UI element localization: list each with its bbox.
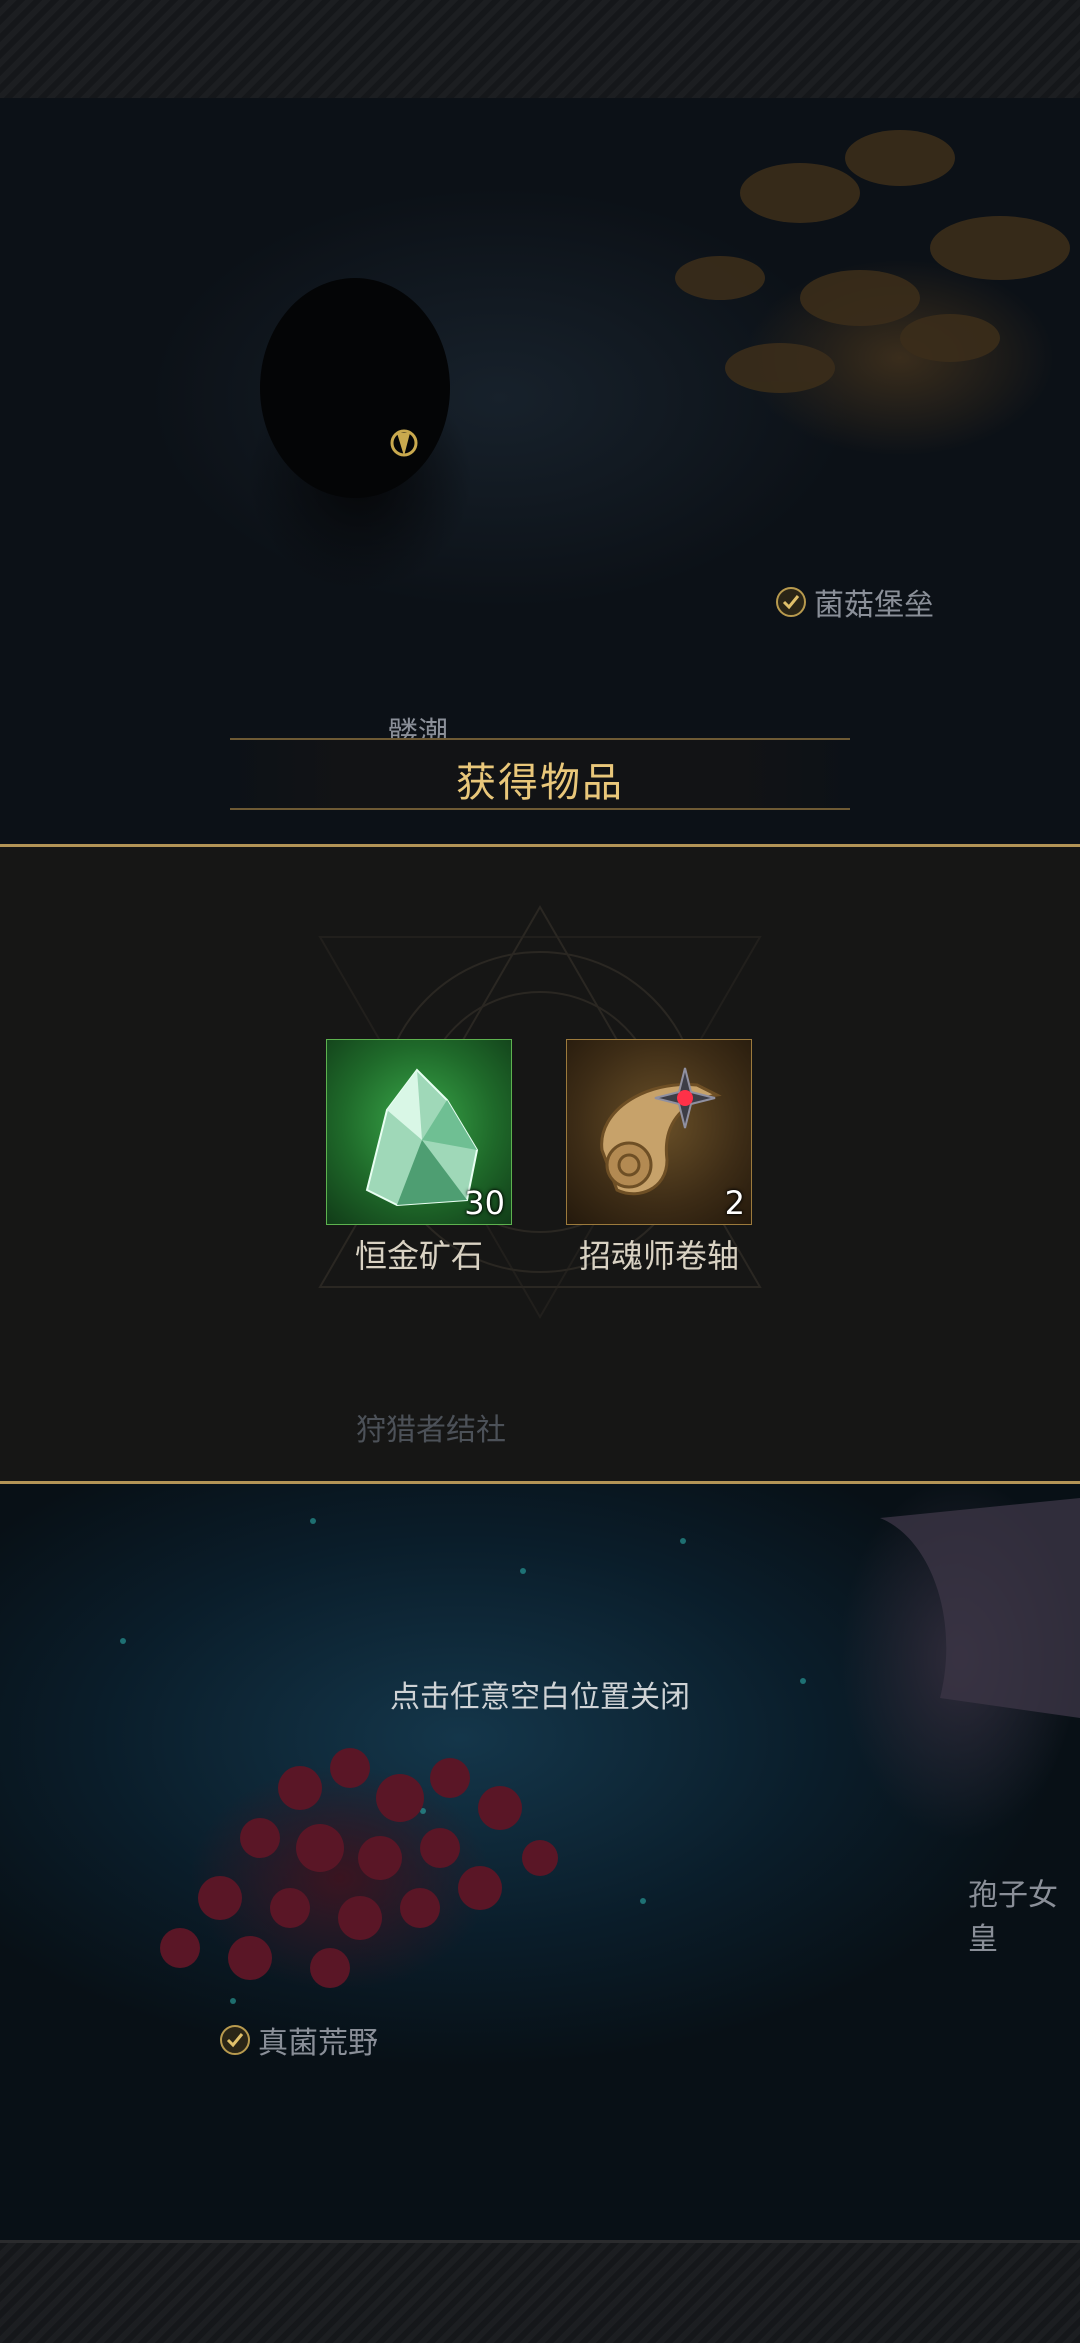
- item-slot[interactable]: 30: [326, 1039, 512, 1225]
- map-label-hunters-guild: 狩猎者结社: [356, 1413, 506, 1448]
- item-name: 恒金矿石: [354, 1237, 483, 1275]
- item-name: 招魂师卷轴: [578, 1237, 739, 1275]
- map-label-mushroom-fortress[interactable]: 菌菇堡垒: [776, 580, 934, 624]
- item-count: 2: [724, 1184, 745, 1222]
- cave-scenery: [260, 130, 1070, 498]
- check-icon: [776, 587, 806, 617]
- check-icon: [220, 2025, 250, 2055]
- reward-item-ore[interactable]: 30 恒金矿石: [326, 1039, 512, 1277]
- map-label-fungal-wilds[interactable]: 真菌荒野: [220, 2018, 378, 2062]
- item-slot[interactable]: 2: [566, 1039, 752, 1225]
- reward-panel: 狩猎者结社 30 恒金矿石 2 招魂师卷轴: [0, 844, 1080, 1484]
- scroll-icon: [600, 1067, 722, 1196]
- item-count: 30: [464, 1184, 505, 1222]
- map-background-bottom[interactable]: 真菌荒野 孢子女皇: [0, 1478, 1080, 2240]
- bottom-ornament-band: [0, 2240, 1080, 2343]
- reward-title-banner: 获得物品: [230, 738, 850, 810]
- map-label-spore-queen[interactable]: 孢子女皇: [968, 1870, 1080, 1958]
- map-background-top[interactable]: 菌菇堡垒 髅潮: [0, 98, 1080, 844]
- close-hint: 点击任意空白位置关闭: [390, 1680, 690, 1715]
- top-ornament-band: [0, 0, 1080, 101]
- wilds-scenery: [160, 1498, 1080, 1988]
- reward-item-scroll[interactable]: 2 招魂师卷轴: [566, 1039, 752, 1277]
- reward-title: 获得物品: [456, 760, 624, 806]
